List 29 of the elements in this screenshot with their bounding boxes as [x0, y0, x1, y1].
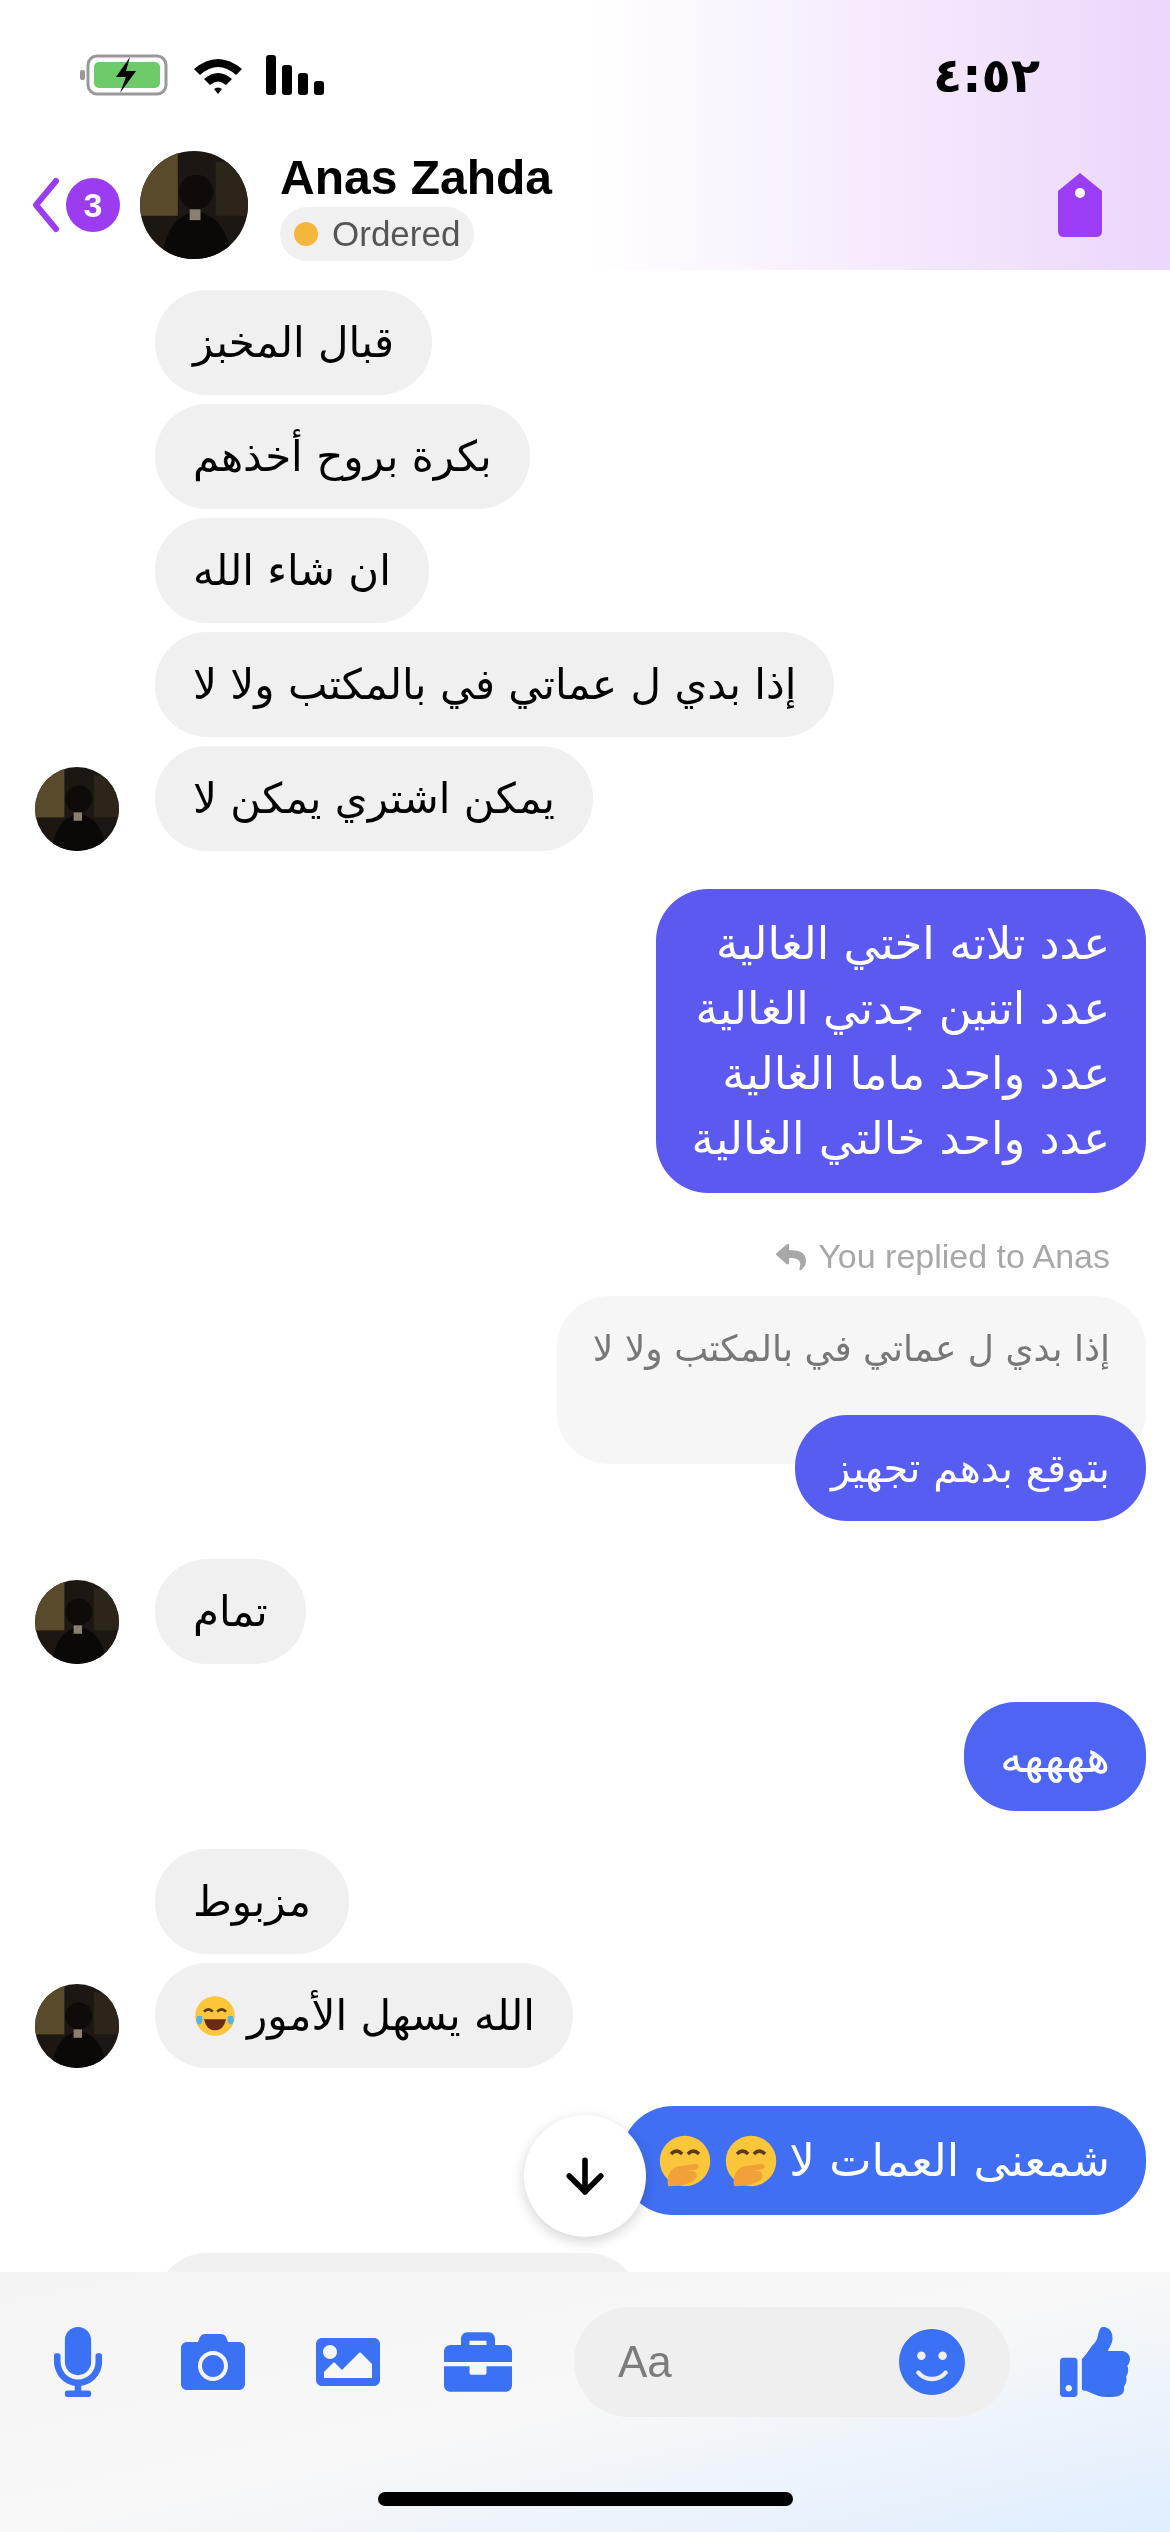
status-time: ٤:٥٢ [932, 46, 1040, 105]
back-button[interactable]: 3 [28, 175, 120, 235]
message-text: عدد واحد خالتي الغالية [691, 1111, 1110, 1167]
message-placeholder: Aa [618, 2336, 673, 2388]
message-text: قبال المخبز [193, 317, 395, 369]
reply-label: You replied to Anas [818, 1236, 1110, 1277]
status-label: Ordered [332, 212, 461, 255]
message-text: عدد تلاته اختي الغالية [715, 916, 1110, 972]
battery-icon [80, 53, 170, 97]
message-text: عدد واحد ماما الغالية [721, 1046, 1110, 1102]
unread-badge: 3 [66, 178, 120, 232]
signal-icon [266, 55, 326, 95]
message-bubble: بتوقع بدهم تجهيز [794, 1415, 1146, 1521]
reply-icon [776, 1241, 807, 1272]
message-text: بكرة بروح أخذهم [193, 428, 492, 485]
message-text: ههههه [999, 1729, 1110, 1785]
message-text: عدد اتنين جدتي الغالية [694, 981, 1110, 1037]
thumbs-up-icon[interactable] [1060, 2327, 1130, 2397]
message-field[interactable]: Aa [574, 2307, 1010, 2417]
laughing-emoji-icon [193, 1993, 237, 2038]
smiley-icon[interactable] [898, 2328, 966, 2396]
message-text: ان شاء الله [193, 545, 391, 597]
message-text: يمكن اشتري يمكن لا [193, 773, 555, 825]
message-text: تمام [193, 1586, 268, 1638]
message-text: شمعنى العمات لا [789, 2133, 1110, 2189]
message-text: الله يسهل الأمور [247, 1989, 535, 2043]
message-text: مزبوط [193, 1876, 311, 1928]
message-text: إذا بدي ل عماتي في بالمكتب ولا لا [193, 659, 797, 711]
contact-name: Anas Zahda [280, 150, 553, 206]
